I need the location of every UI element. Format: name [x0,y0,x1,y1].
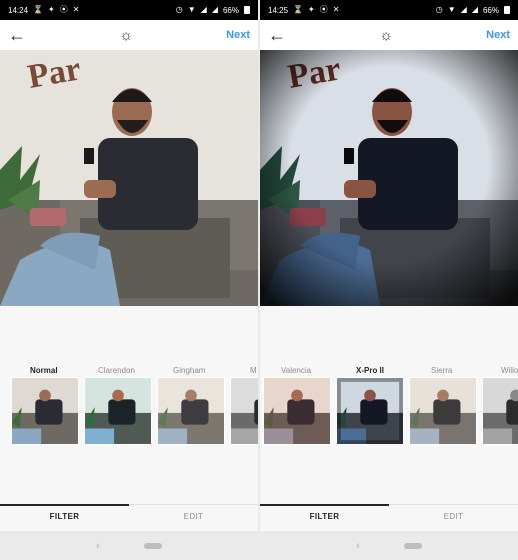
battery-icon [244,6,250,14]
filter-label-clarendon: Clarendon [98,366,135,375]
editor-tabs: FILTER EDIT [260,504,518,531]
status-time: 14:24 [8,5,29,15]
filter-thumb-valencia[interactable] [263,377,331,445]
hourglass-icon: ⌛ [293,5,303,14]
app-icon: ✦ [48,5,55,14]
tab-filter[interactable]: FILTER [0,504,129,531]
alarm-icon: ◷ [175,5,183,14]
home-pill[interactable] [403,542,422,549]
filter-label-gingham: Gingham [173,366,206,375]
filter-strip: Valencia X-Pro II Sierra Willo [260,360,518,450]
status-bar: 14:25 ⌛ ✦ ⦿ ✕ ◷ ▼ ◢ ◢ 66% [260,0,518,20]
editor-header: ← ☼ Next [260,20,518,50]
brightness-icon[interactable]: ☼ [119,28,133,43]
filter-thumb-normal[interactable] [11,377,79,445]
signal2-icon: ◢ [211,5,218,14]
phone-left: 14:24 ⌛ ✦ ⦿ ✕ ◷ ▼ ◢ ◢ 66% ← ☼ Next Par N… [0,0,258,560]
tools-icon: ✕ [72,5,80,14]
home-pill[interactable] [143,542,162,549]
filter-label-normal: Normal [30,366,58,375]
filter-label-sierra: Sierra [431,366,453,375]
filter-label-xpro: X-Pro II [356,366,385,375]
status-time: 14:25 [268,5,289,15]
editor-tabs: FILTER EDIT [0,504,258,531]
wifi-icon: ▼ [187,5,196,14]
photo-preview: Par [0,50,258,306]
filter-thumb-gingham[interactable] [157,377,225,445]
wifi-icon: ▼ [447,5,456,14]
filter-thumb-xpro[interactable] [336,377,404,445]
photo-normal: Par [0,50,258,306]
record-icon: ⦿ [59,5,68,14]
tab-edit[interactable]: EDIT [389,505,518,531]
record-icon: ⦿ [319,5,328,14]
back-arrow-icon[interactable]: ← [8,26,26,44]
next-button[interactable]: Next [486,29,510,41]
filter-thumb-clarendon[interactable] [84,377,152,445]
signal-icon: ◢ [460,5,467,14]
signal-icon: ◢ [200,5,207,14]
status-bar: 14:24 ⌛ ✦ ⦿ ✕ ◷ ▼ ◢ ◢ 66% [0,0,258,20]
battery-percent: 66% [222,5,239,15]
filter-label-valencia: Valencia [281,366,312,375]
tools-icon: ✕ [332,5,340,14]
photo-preview: Par [260,50,518,306]
filter-thumb-partial[interactable] [230,377,258,445]
tab-filter[interactable]: FILTER [260,504,389,531]
alarm-icon: ◷ [435,5,443,14]
system-nav-bar: ‹ [0,531,258,560]
filter-label-partial: Willo [501,366,518,375]
next-button[interactable]: Next [226,29,250,41]
tab-edit[interactable]: EDIT [129,505,258,531]
filter-thumb-partial[interactable] [482,377,518,445]
filter-label-partial: M [250,366,257,375]
app-icon: ✦ [308,5,315,14]
hourglass-icon: ⌛ [33,5,43,14]
system-nav-bar: ‹ [260,531,518,560]
battery-percent: 66% [482,5,499,15]
phone-right: 14:25 ⌛ ✦ ⦿ ✕ ◷ ▼ ◢ ◢ 66% ← ☼ Next Valen… [260,0,518,560]
editor-header: ← ☼ Next [0,20,258,50]
photo-xpro: Par [260,50,518,306]
filter-thumb-sierra[interactable] [409,377,477,445]
nav-back-icon[interactable]: ‹ [96,540,100,552]
nav-back-icon[interactable]: ‹ [356,540,360,552]
brightness-icon[interactable]: ☼ [379,28,393,43]
battery-icon [504,6,510,14]
signal2-icon: ◢ [471,5,478,14]
filter-strip: Normal Clarendon Gingham M [0,360,258,450]
back-arrow-icon[interactable]: ← [268,26,286,44]
